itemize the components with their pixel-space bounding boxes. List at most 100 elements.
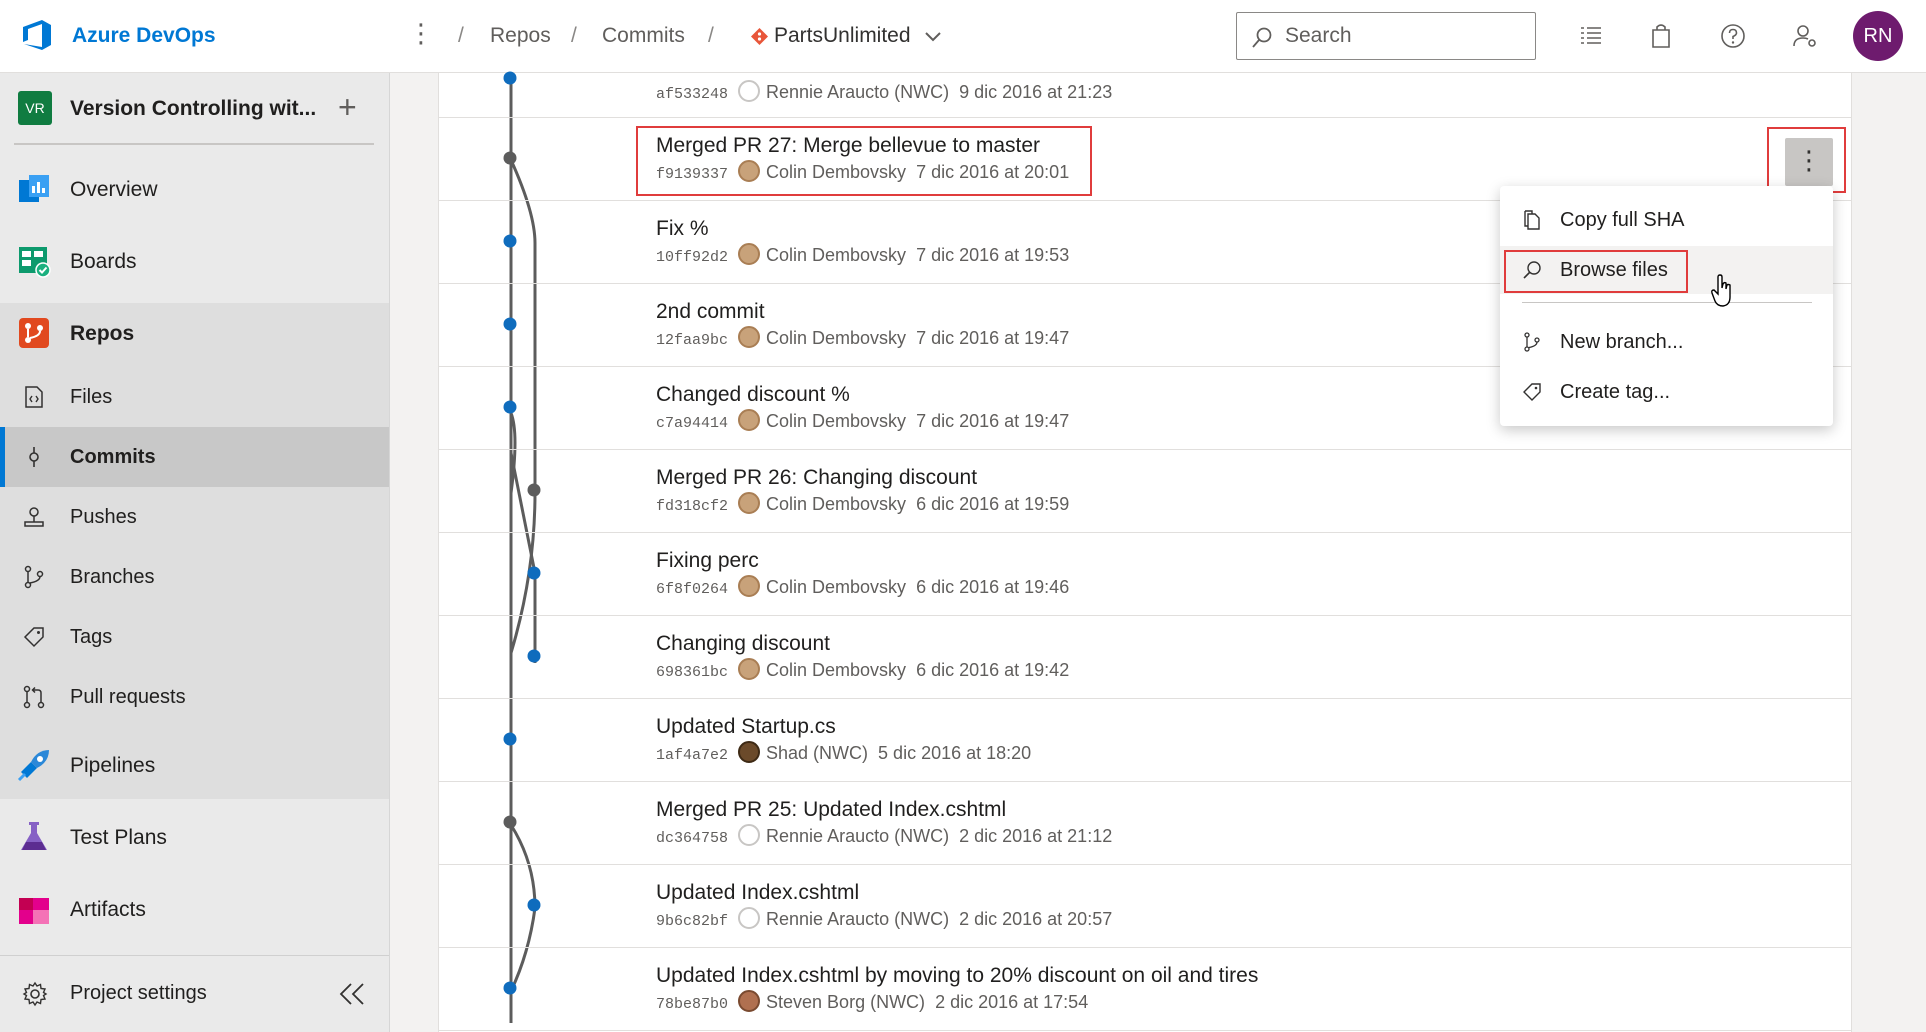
commit-author: Rennie Araucto (NWC) <box>766 82 950 102</box>
sidebar-item-repos[interactable]: Repos <box>0 303 389 363</box>
breadcrumb-separator: / <box>458 24 464 47</box>
sidebar-item-commits[interactable]: Commits <box>0 427 389 487</box>
commit-node <box>503 234 517 248</box>
brand-title[interactable]: Azure DevOps <box>72 24 216 48</box>
commit-sha[interactable]: 698361bc <box>656 664 728 681</box>
commit-more-actions-button[interactable]: ⋮ <box>1785 138 1833 186</box>
search-input[interactable] <box>1285 23 1525 49</box>
project-name[interactable]: Version Controlling wit... <box>70 97 316 121</box>
commit-sha[interactable]: fd318cf2 <box>656 498 728 515</box>
divider <box>14 143 374 145</box>
commit-node <box>527 649 541 663</box>
commit-message[interactable]: Changed discount % <box>656 383 850 407</box>
sidebar-item-boards[interactable]: Boards <box>0 231 389 291</box>
commit-meta: fd318cf2 Colin Dembovsky 6 dic 2016 at 19… <box>656 492 1070 516</box>
commit-row[interactable]: Updated Index.cshtml 9b6c82bf Rennie Arauc… <box>438 865 1852 948</box>
commit-row[interactable]: Updated Index.cshtml by moving to 20% di… <box>438 948 1852 1031</box>
project-settings-label: Project settings <box>70 982 207 1004</box>
menu-item-label: Create tag... <box>1560 381 1671 403</box>
breadcrumb-commits[interactable]: Commits <box>602 24 685 48</box>
work-items-list-icon[interactable] <box>1577 22 1605 50</box>
pull-request-icon <box>23 685 45 709</box>
breadcrumb-repos[interactable]: Repos <box>490 24 551 48</box>
help-icon[interactable] <box>1719 22 1747 50</box>
commit-sha[interactable]: 9b6c82bf <box>656 913 728 930</box>
commit-message[interactable]: Fixing perc <box>656 549 759 573</box>
commit-sha[interactable]: dc364758 <box>656 830 728 847</box>
left-nav-sidebar: VR Version Controlling wit... + Overview… <box>0 73 390 1032</box>
commit-message[interactable]: 2nd commit <box>656 300 765 324</box>
menu-item-new-branch[interactable]: New branch... <box>1500 318 1833 366</box>
commit-sha[interactable]: c7a94414 <box>656 415 728 432</box>
commit-sha[interactable]: 12faa9bc <box>656 332 728 349</box>
project-settings[interactable]: Project settings <box>0 955 389 1032</box>
search-box[interactable] <box>1236 12 1536 60</box>
commit-row[interactable]: Fixing perc 6f8f0264 Colin Dembovsky 6 dic… <box>438 533 1852 616</box>
user-settings-icon[interactable] <box>1791 22 1819 50</box>
more-actions-icon[interactable]: ⋮ <box>408 18 434 49</box>
commit-message[interactable]: Changing discount <box>656 632 830 656</box>
commit-sha[interactable]: 10ff92d2 <box>656 249 728 266</box>
commit-message[interactable]: Updated Index.cshtml by moving to 20% di… <box>656 964 1258 988</box>
commit-row[interactable]: af533248 Rennie Araucto (NWC) 9 dic 2016 … <box>438 71 1852 118</box>
sidebar-item-label: Files <box>70 386 113 408</box>
sidebar-item-pull-requests[interactable]: Pull requests <box>0 667 389 727</box>
commit-node <box>503 71 517 85</box>
commit-message[interactable]: Merged PR 26: Changing discount <box>656 466 977 490</box>
commit-message[interactable]: Updated Index.cshtml <box>656 881 859 905</box>
commit-meta: 1af4a7e2 Shad (NWC) 5 dic 2016 at 18:20 <box>656 741 1031 765</box>
sidebar-item-pushes[interactable]: Pushes <box>0 487 389 547</box>
azure-devops-logo-icon[interactable] <box>20 18 54 52</box>
repos-icon <box>19 318 49 348</box>
commit-row[interactable]: Updated Startup.cs 1af4a7e2 Shad (NWC) 5 d… <box>438 699 1852 782</box>
commit-meta: 9b6c82bf Rennie Araucto (NWC) 2 dic 2016 … <box>656 907 1112 931</box>
commit-date: 7 dic 2016 at 19:47 <box>916 328 1070 348</box>
user-avatar[interactable]: RN <box>1853 11 1903 61</box>
author-avatar <box>738 409 761 432</box>
commit-sha[interactable]: 6f8f0264 <box>656 581 728 598</box>
search-icon <box>1252 27 1272 48</box>
add-icon[interactable]: + <box>338 91 357 123</box>
commit-node <box>503 400 517 414</box>
author-avatar <box>738 658 761 681</box>
menu-item-copy-full-sha[interactable]: Copy full SHA <box>1500 196 1833 244</box>
commit-message[interactable]: Updated Startup.cs <box>656 715 836 739</box>
commit-author: Rennie Araucto (NWC) <box>766 826 950 846</box>
commit-row[interactable]: Merged PR 25: Updated Index.cshtml dc3647… <box>438 782 1852 865</box>
commit-row[interactable]: Changing discount 698361bc Colin Dembovsky… <box>438 616 1852 699</box>
sidebar-item-overview[interactable]: Overview <box>0 159 389 219</box>
sidebar-item-artifacts[interactable]: Artifacts <box>0 879 389 939</box>
commit-date: 2 dic 2016 at 21:12 <box>959 826 1113 846</box>
marketplace-bag-icon[interactable] <box>1647 22 1675 50</box>
chevron-down-icon[interactable] <box>924 28 942 46</box>
sidebar-item-test-plans[interactable]: Test Plans <box>0 807 389 867</box>
commit-author: Colin Dembovsky <box>766 411 907 431</box>
commit-message[interactable]: Merged PR 25: Updated Index.cshtml <box>656 798 1006 822</box>
commit-sha[interactable]: 1af4a7e2 <box>656 747 728 764</box>
menu-item-create-tag[interactable]: Create tag... <box>1500 368 1833 416</box>
commit-sha[interactable]: af533248 <box>656 86 728 103</box>
sidebar-item-branches[interactable]: Branches <box>0 547 389 607</box>
commit-date: 2 dic 2016 at 17:54 <box>935 992 1089 1012</box>
commit-date: 7 dic 2016 at 19:47 <box>916 411 1070 431</box>
branch-icon <box>1524 332 1540 352</box>
sidebar-item-label: Branches <box>70 566 155 588</box>
highlight-box <box>636 126 1092 196</box>
sidebar-item-pipelines[interactable]: Pipelines <box>0 735 389 795</box>
sidebar-item-files[interactable]: Files <box>0 367 389 427</box>
sidebar-item-label: Tags <box>70 626 113 648</box>
collapse-icon[interactable] <box>338 980 366 1008</box>
repo-selector[interactable]: PartsUnlimited <box>774 24 911 48</box>
commit-date: 6 dic 2016 at 19:59 <box>916 494 1070 514</box>
commit-date: 6 dic 2016 at 19:46 <box>916 577 1070 597</box>
sidebar-item-label: Pushes <box>70 506 137 528</box>
commit-meta: 12faa9bc Colin Dembovsky 7 dic 2016 at 19… <box>656 326 1070 350</box>
commit-sha[interactable]: 78be87b0 <box>656 996 728 1013</box>
commit-node <box>503 981 517 995</box>
sidebar-item-tags[interactable]: Tags <box>0 607 389 667</box>
commit-message[interactable]: Fix % <box>656 217 709 241</box>
commit-row[interactable]: Merged PR 26: Changing discount fd318cf2 C… <box>438 450 1852 533</box>
